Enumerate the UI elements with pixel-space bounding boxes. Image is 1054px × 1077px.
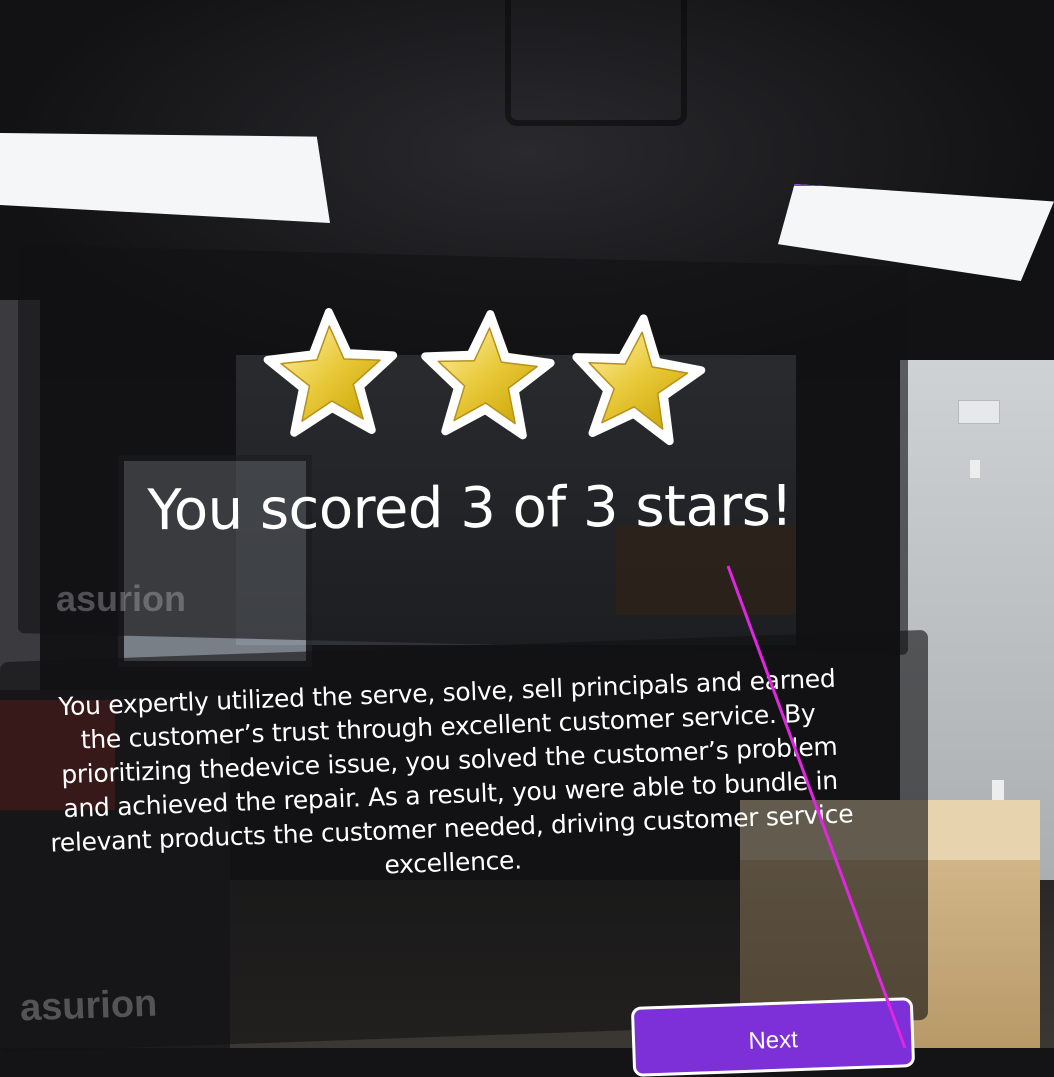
score-title: You scored 3 of 3 stars! <box>147 473 793 544</box>
asurion-watermark: asurion <box>56 578 187 619</box>
next-button[interactable]: Next <box>630 997 916 1077</box>
ceiling-vent <box>505 0 687 126</box>
star-icon <box>561 305 713 457</box>
wall-outlet <box>992 780 1004 800</box>
result-summary: You expertly utilized the serve, solve, … <box>49 663 854 880</box>
star-rating <box>262 298 708 448</box>
wall-alarm <box>958 400 1000 424</box>
star-icon <box>414 304 559 449</box>
asurion-watermark: asurion <box>19 982 158 1030</box>
star-icon <box>260 304 403 447</box>
wall-switch <box>970 460 980 478</box>
